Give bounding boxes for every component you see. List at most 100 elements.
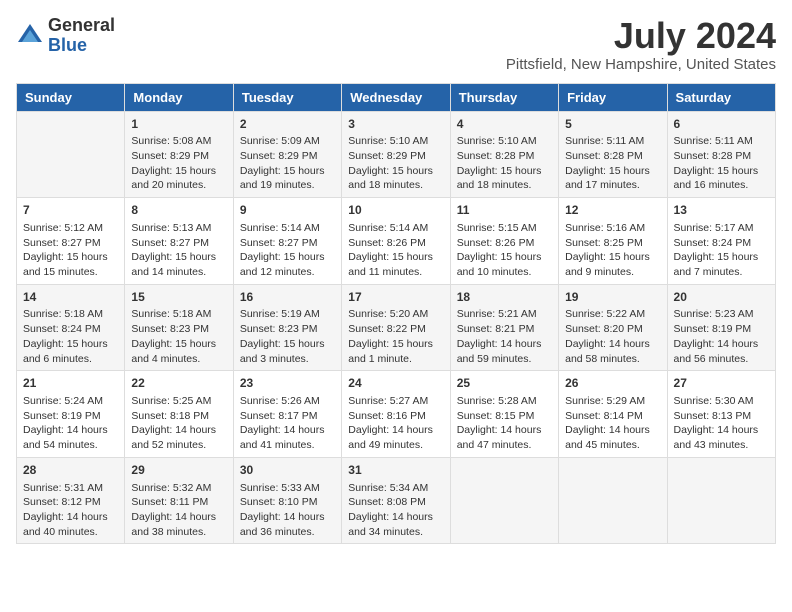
day-number: 2 [240, 116, 335, 133]
day-info: Sunrise: 5:30 AM Sunset: 8:13 PM Dayligh… [674, 394, 769, 453]
day-number: 19 [565, 289, 660, 306]
table-row: 3Sunrise: 5:10 AM Sunset: 8:29 PM Daylig… [342, 111, 450, 198]
table-row: 23 Sunrise: 5:26 AM Sunset: 8:17 PM Dayli… [233, 371, 341, 458]
calendar-subtitle: Pittsfield, New Hampshire, United States [506, 56, 776, 73]
day-number: 4 [457, 116, 552, 133]
table-row: 16Sunrise: 5:19 AM Sunset: 8:23 PM Dayli… [233, 284, 341, 371]
day-info: Sunrise: 5:34 AM Sunset: 8:08 PM Dayligh… [348, 481, 443, 540]
day-number: 26 [565, 375, 660, 392]
day-number: 23 [240, 375, 335, 392]
day-number: 25 [457, 375, 552, 392]
day-number: 1 [131, 116, 226, 133]
table-row: 22 Sunrise: 5:25 AM Sunset: 8:18 PM Dayli… [125, 371, 233, 458]
day-number: 6 [674, 116, 769, 133]
table-row: 15Sunrise: 5:18 AM Sunset: 8:23 PM Dayli… [125, 284, 233, 371]
header-friday: Friday [559, 83, 667, 111]
day-number: 16 [240, 289, 335, 306]
logo-icon [16, 22, 44, 50]
day-number: 24 [348, 375, 443, 392]
day-info: Sunrise: 5:10 AM Sunset: 8:28 PM Dayligh… [457, 134, 552, 193]
day-number: 3 [348, 116, 443, 133]
header-thursday: Thursday [450, 83, 558, 111]
day-info: Sunrise: 5:19 AM Sunset: 8:23 PM Dayligh… [240, 307, 335, 366]
day-info: Sunrise: 5:32 AM Sunset: 8:11 PM Dayligh… [131, 481, 226, 540]
day-info: Sunrise: 5:15 AM Sunset: 8:26 PM Dayligh… [457, 221, 552, 280]
day-number: 15 [131, 289, 226, 306]
table-row: 2Sunrise: 5:09 AM Sunset: 8:29 PM Daylig… [233, 111, 341, 198]
day-number: 11 [457, 202, 552, 219]
day-info: Sunrise: 5:31 AM Sunset: 8:12 PM Dayligh… [23, 481, 118, 540]
day-number: 22 [131, 375, 226, 392]
table-row: 11 Sunrise: 5:15 AM Sunset: 8:26 PM Dayli… [450, 198, 558, 285]
day-info: Sunrise: 5:16 AM Sunset: 8:25 PM Dayligh… [565, 221, 660, 280]
day-number: 14 [23, 289, 118, 306]
calendar-week-row: 14Sunrise: 5:18 AM Sunset: 8:24 PM Dayli… [17, 284, 776, 371]
table-row: 9 Sunrise: 5:14 AM Sunset: 8:27 PM Daylig… [233, 198, 341, 285]
table-row: 14Sunrise: 5:18 AM Sunset: 8:24 PM Dayli… [17, 284, 125, 371]
table-row: 25 Sunrise: 5:28 AM Sunset: 8:15 PM Dayli… [450, 371, 558, 458]
table-row: 17Sunrise: 5:20 AM Sunset: 8:22 PM Dayli… [342, 284, 450, 371]
day-number: 8 [131, 202, 226, 219]
day-info: Sunrise: 5:27 AM Sunset: 8:16 PM Dayligh… [348, 394, 443, 453]
calendar-title: July 2024 [506, 16, 776, 56]
table-row [17, 111, 125, 198]
day-info: Sunrise: 5:10 AM Sunset: 8:29 PM Dayligh… [348, 134, 443, 193]
header-monday: Monday [125, 83, 233, 111]
day-number: 30 [240, 462, 335, 479]
day-info: Sunrise: 5:08 AM Sunset: 8:29 PM Dayligh… [131, 134, 226, 193]
day-info: Sunrise: 5:11 AM Sunset: 8:28 PM Dayligh… [565, 134, 660, 193]
day-number: 9 [240, 202, 335, 219]
table-row: 8Sunrise: 5:13 AM Sunset: 8:27 PM Daylig… [125, 198, 233, 285]
header-tuesday: Tuesday [233, 83, 341, 111]
table-row: 12 Sunrise: 5:16 AM Sunset: 8:25 PM Dayli… [559, 198, 667, 285]
table-row: 28Sunrise: 5:31 AM Sunset: 8:12 PM Dayli… [17, 457, 125, 544]
table-row: 20Sunrise: 5:23 AM Sunset: 8:19 PM Dayli… [667, 284, 775, 371]
day-info: Sunrise: 5:20 AM Sunset: 8:22 PM Dayligh… [348, 307, 443, 366]
day-info: Sunrise: 5:14 AM Sunset: 8:27 PM Dayligh… [240, 221, 335, 280]
calendar-header: Sunday Monday Tuesday Wednesday Thursday… [17, 83, 776, 111]
day-info: Sunrise: 5:29 AM Sunset: 8:14 PM Dayligh… [565, 394, 660, 453]
header-wednesday: Wednesday [342, 83, 450, 111]
calendar-body: 1Sunrise: 5:08 AM Sunset: 8:29 PM Daylig… [17, 111, 776, 544]
day-info: Sunrise: 5:28 AM Sunset: 8:15 PM Dayligh… [457, 394, 552, 453]
day-number: 27 [674, 375, 769, 392]
table-row: 5Sunrise: 5:11 AM Sunset: 8:28 PM Daylig… [559, 111, 667, 198]
day-info: Sunrise: 5:33 AM Sunset: 8:10 PM Dayligh… [240, 481, 335, 540]
table-row: 21Sunrise: 5:24 AM Sunset: 8:19 PM Dayli… [17, 371, 125, 458]
day-info: Sunrise: 5:26 AM Sunset: 8:17 PM Dayligh… [240, 394, 335, 453]
day-info: Sunrise: 5:14 AM Sunset: 8:26 PM Dayligh… [348, 221, 443, 280]
day-number: 20 [674, 289, 769, 306]
table-row: 6Sunrise: 5:11 AM Sunset: 8:28 PM Daylig… [667, 111, 775, 198]
day-number: 21 [23, 375, 118, 392]
day-info: Sunrise: 5:25 AM Sunset: 8:18 PM Dayligh… [131, 394, 226, 453]
table-row: 31 Sunrise: 5:34 AM Sunset: 8:08 PM Dayli… [342, 457, 450, 544]
day-info: Sunrise: 5:09 AM Sunset: 8:29 PM Dayligh… [240, 134, 335, 193]
day-info: Sunrise: 5:18 AM Sunset: 8:23 PM Dayligh… [131, 307, 226, 366]
calendar-week-row: 21Sunrise: 5:24 AM Sunset: 8:19 PM Dayli… [17, 371, 776, 458]
header-saturday: Saturday [667, 83, 775, 111]
table-row: 18Sunrise: 5:21 AM Sunset: 8:21 PM Dayli… [450, 284, 558, 371]
day-number: 13 [674, 202, 769, 219]
day-info: Sunrise: 5:17 AM Sunset: 8:24 PM Dayligh… [674, 221, 769, 280]
day-number: 29 [131, 462, 226, 479]
day-number: 18 [457, 289, 552, 306]
day-info: Sunrise: 5:12 AM Sunset: 8:27 PM Dayligh… [23, 221, 118, 280]
calendar-table: Sunday Monday Tuesday Wednesday Thursday… [16, 83, 776, 545]
header-sunday: Sunday [17, 83, 125, 111]
table-row [559, 457, 667, 544]
header-row: Sunday Monday Tuesday Wednesday Thursday… [17, 83, 776, 111]
day-number: 31 [348, 462, 443, 479]
day-number: 7 [23, 202, 118, 219]
table-row [667, 457, 775, 544]
logo-general-text: General [48, 15, 115, 35]
table-row: 1Sunrise: 5:08 AM Sunset: 8:29 PM Daylig… [125, 111, 233, 198]
table-row: 29 Sunrise: 5:32 AM Sunset: 8:11 PM Dayli… [125, 457, 233, 544]
table-row: 27 Sunrise: 5:30 AM Sunset: 8:13 PM Dayli… [667, 371, 775, 458]
table-row: 4Sunrise: 5:10 AM Sunset: 8:28 PM Daylig… [450, 111, 558, 198]
calendar-week-row: 7 Sunrise: 5:12 AM Sunset: 8:27 PM Daylig… [17, 198, 776, 285]
table-row: 7 Sunrise: 5:12 AM Sunset: 8:27 PM Daylig… [17, 198, 125, 285]
day-number: 17 [348, 289, 443, 306]
day-number: 12 [565, 202, 660, 219]
day-number: 10 [348, 202, 443, 219]
table-row: 19Sunrise: 5:22 AM Sunset: 8:20 PM Dayli… [559, 284, 667, 371]
